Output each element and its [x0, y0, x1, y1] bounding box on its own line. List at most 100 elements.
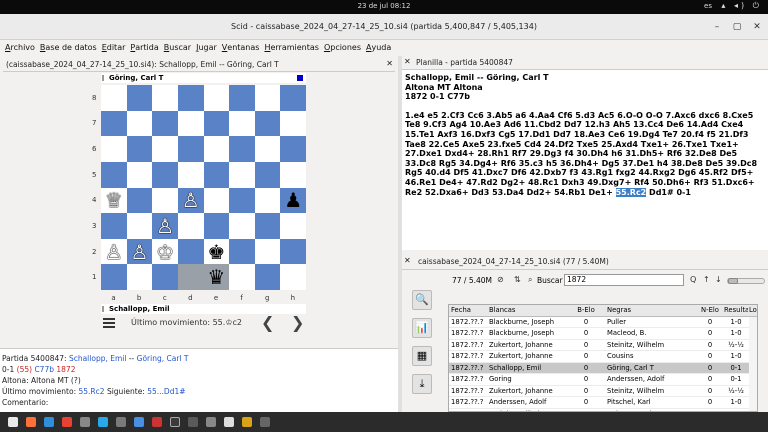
firefox-icon[interactable]	[26, 417, 36, 427]
square-h3[interactable]	[280, 213, 306, 239]
square-f2[interactable]	[229, 238, 255, 265]
menu-item[interactable]: Archivo	[5, 43, 35, 52]
square-e1[interactable]: ♛	[203, 264, 230, 290]
search-db-icon[interactable]: 🔍	[412, 290, 432, 310]
square-e8[interactable]	[203, 85, 230, 111]
square-g8[interactable]	[254, 85, 281, 111]
square-c2[interactable]: ♔	[152, 238, 178, 265]
square-e2[interactable]: ♚	[203, 238, 230, 265]
square-b1[interactable]	[126, 264, 153, 290]
menu-item[interactable]: Editar	[102, 43, 126, 52]
chess-piece-icon[interactable]: ♙	[130, 242, 148, 262]
white-player-link[interactable]: Schallopp, Emil	[69, 354, 127, 363]
minimize-icon[interactable]: –	[711, 21, 723, 33]
square-g1[interactable]	[254, 264, 281, 290]
table-row[interactable]: 1872.??.??Blackburne, Joseph0Puller01-02	[449, 317, 757, 328]
square-b8[interactable]	[126, 85, 153, 111]
previous-move-icon[interactable]: ❮	[261, 313, 274, 332]
system-tray-icons[interactable]: ▴ ◂) ⏻	[721, 1, 762, 11]
app-icon[interactable]	[242, 417, 252, 427]
square-c1[interactable]	[152, 264, 178, 290]
game-list-table[interactable]: Fecha Blancas B-Elo Negras N-Elo Resulta Lo 187…	[448, 304, 758, 412]
menu-item[interactable]: Ventanas	[222, 43, 260, 52]
column-header[interactable]: B-Elo	[571, 306, 601, 314]
square-f8[interactable]	[229, 85, 255, 111]
square-d7[interactable]	[177, 110, 204, 137]
square-e4[interactable]	[203, 187, 230, 214]
export-icon[interactable]: ⤓	[412, 374, 432, 394]
square-c3[interactable]: ♙	[152, 213, 178, 239]
square-e5[interactable]	[203, 161, 230, 188]
square-h1[interactable]	[280, 264, 306, 290]
app-icon[interactable]	[188, 417, 198, 427]
terminal-icon[interactable]	[116, 417, 126, 427]
square-a1[interactable]	[101, 264, 127, 290]
square-g4[interactable]	[254, 187, 281, 214]
table-row[interactable]: 1872.??.?? Zukertort, Johanne 0 Steinitz, W…	[449, 340, 757, 351]
list-slider[interactable]	[727, 278, 765, 284]
close-icon[interactable]: ✕	[404, 57, 411, 66]
filter-icon[interactable]: ⊘	[497, 275, 504, 284]
square-a6[interactable]	[101, 136, 127, 162]
square-d5[interactable]	[177, 161, 204, 188]
column-header[interactable]: Lo	[749, 306, 757, 314]
square-h4[interactable]: ♟	[280, 187, 306, 214]
chess-piece-icon[interactable]: ♛	[207, 267, 225, 287]
square-b3[interactable]	[126, 213, 153, 239]
chess-board[interactable]: ♕ ♙ ♟ ♙ ♙ ♙ ♔ ♚ ♛	[101, 85, 306, 290]
app-icon[interactable]	[170, 417, 180, 427]
chess-piece-icon[interactable]: ♕	[105, 190, 123, 210]
square-a4[interactable]: ♕	[101, 187, 127, 214]
app-icon[interactable]	[152, 417, 162, 427]
menu-item[interactable]: Opciones	[324, 43, 361, 52]
close-icon[interactable]: ✕	[386, 59, 393, 68]
next-move-link[interactable]: 55...Dd1#	[147, 387, 185, 396]
maximize-icon[interactable]: ▢	[731, 21, 743, 33]
square-d1[interactable]	[177, 264, 204, 290]
square-f5[interactable]	[229, 161, 255, 188]
square-c4[interactable]	[152, 187, 178, 214]
table-row[interactable]: 1872.??.?? Zukertort, Johanne 0 Cousins 0 1-0…	[449, 351, 757, 363]
square-h2[interactable]	[280, 238, 306, 265]
table-row[interactable]: 1872.??.?? Schallopp, Emil 0 Göring, Carl T…	[449, 362, 757, 374]
square-h5[interactable]	[280, 161, 306, 188]
square-f1[interactable]	[229, 264, 255, 290]
square-d8[interactable]	[177, 85, 204, 111]
scid-icon[interactable]	[224, 417, 234, 427]
last-move-link[interactable]: 55.Rc2	[79, 387, 105, 396]
menu-item[interactable]: Buscar	[164, 43, 191, 52]
search-input[interactable]: 1872	[564, 274, 684, 286]
square-g2[interactable]	[254, 238, 281, 265]
square-c7[interactable]	[152, 110, 178, 137]
column-header[interactable]: Negras	[607, 306, 697, 314]
square-f6[interactable]	[229, 136, 255, 162]
square-f7[interactable]	[229, 110, 255, 137]
square-c5[interactable]	[152, 161, 178, 188]
keyboard-layout[interactable]: es	[704, 2, 712, 10]
square-b5[interactable]	[126, 161, 153, 188]
square-h6[interactable]	[280, 136, 306, 162]
next-move-icon[interactable]: ❯	[291, 313, 304, 332]
menu-item[interactable]: Jugar	[196, 43, 217, 52]
square-a5[interactable]	[101, 161, 127, 188]
square-h8[interactable]	[280, 85, 306, 111]
square-b4[interactable]	[126, 187, 153, 214]
square-b2[interactable]: ♙	[126, 238, 153, 265]
search-options-icon[interactable]: Q	[690, 275, 696, 284]
table-row[interactable]: 1872.??.?? Blackburne, Joseph 0 Macleod, B.…	[449, 328, 757, 340]
menu-item[interactable]: Partida	[130, 43, 158, 52]
menu-item[interactable]: Base de datos	[40, 43, 97, 52]
column-header[interactable]: Resulta	[724, 306, 748, 314]
square-g6[interactable]	[254, 136, 281, 162]
square-e3[interactable]	[203, 213, 230, 239]
sort-icon[interactable]: ⇅	[514, 275, 521, 284]
app-icon[interactable]	[260, 417, 270, 427]
hamburger-menu-icon[interactable]	[103, 318, 115, 328]
square-a3[interactable]	[101, 213, 127, 239]
telegram-icon[interactable]	[98, 417, 108, 427]
chess-piece-icon[interactable]: ♔	[156, 242, 174, 262]
column-header[interactable]: Fecha	[451, 306, 484, 314]
square-d4[interactable]: ♙	[177, 187, 204, 214]
square-c6[interactable]	[152, 136, 178, 162]
pgn-moves[interactable]: 1.e4 e5 2.Cf3 Cc6 3.Ab5 a6 4.Aa4 Cf6 5.d…	[405, 111, 765, 197]
